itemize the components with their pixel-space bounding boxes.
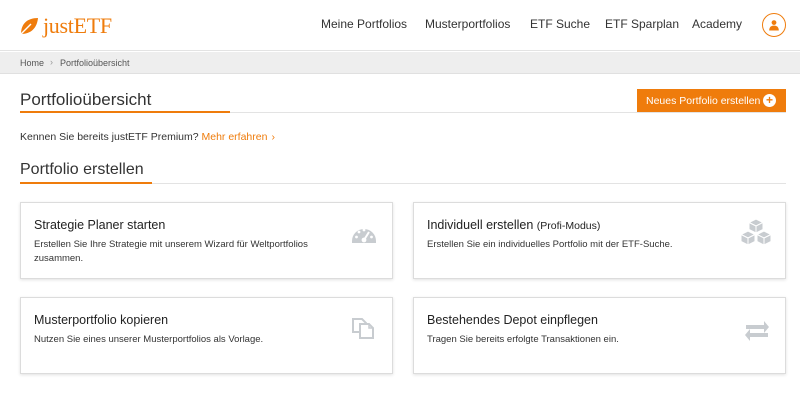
card-title-text: Musterportfolio kopieren (34, 313, 169, 327)
cubes-icon (740, 218, 772, 246)
nav-musterportfolios[interactable]: Musterportfolios (425, 17, 510, 31)
leaf-logo-icon (20, 18, 38, 35)
section-title: Portfolio erstellen (20, 161, 144, 178)
nav-etf-suche[interactable]: ETF Suche (530, 17, 590, 31)
page-title: Portfolioübersicht (20, 90, 152, 109)
card-description: Tragen Sie bereits erfolgte Transaktione… (427, 334, 619, 345)
new-portfolio-button[interactable]: Neues Portfolio erstellen + (637, 89, 786, 112)
breadcrumb-home[interactable]: Home (20, 58, 44, 68)
card-description: Nutzen Sie eines unserer Musterportfolio… (34, 334, 264, 345)
card-title: Individuell erstellen (Profi-Modus) (427, 218, 600, 232)
card-description: Erstellen Sie ein individuelles Portfoli… (427, 239, 673, 250)
logo[interactable]: justETF (18, 12, 112, 40)
card-description: Erstellen Sie Ihre Strategie mit unserem… (34, 239, 308, 264)
title-underline (20, 111, 230, 113)
card-title-text: Bestehendes Depot einpflegen (427, 313, 598, 327)
exchange-icon (745, 321, 769, 341)
nav-meine-portfolios[interactable]: Meine Portfolios (321, 17, 407, 31)
card-subtitle: (Profi-Modus) (536, 220, 601, 232)
premium-more-link[interactable]: Mehr erfahren (202, 131, 268, 143)
premium-notice: Kennen Sie bereits justETF Premium? Mehr… (20, 131, 275, 143)
card-title: Strategie Planer starten (34, 218, 165, 232)
breadcrumb-current: Portfolioübersicht (60, 58, 130, 68)
card-title: Bestehendes Depot einpflegen (427, 313, 598, 327)
section-underline (20, 182, 152, 184)
plus-circle-icon: + (763, 94, 776, 107)
breadcrumb: Home › Portfolioübersicht (0, 52, 800, 74)
card-title-text: Strategie Planer starten (34, 218, 166, 232)
breadcrumb-separator: › (50, 57, 53, 67)
card-individuell-erstellen[interactable]: Individuell erstellen (Profi-Modus) Erst… (413, 202, 786, 279)
nav-etf-sparplan[interactable]: ETF Sparplan (605, 17, 679, 31)
copy-icon (352, 318, 374, 339)
premium-text: Kennen Sie bereits justETF Premium? (20, 131, 199, 143)
user-account-button[interactable] (762, 13, 786, 37)
dashboard-icon (352, 228, 376, 243)
card-title-text: Individuell erstellen (427, 218, 534, 232)
card-bestehendes-depot[interactable]: Bestehendes Depot einpflegen Tragen Sie … (413, 297, 786, 374)
chevron-right-icon: › (271, 131, 275, 143)
card-musterportfolio-kopieren[interactable]: Musterportfolio kopieren Nutzen Sie eine… (20, 297, 393, 374)
new-portfolio-button-label: Neues Portfolio erstellen (646, 94, 761, 107)
logo-text: justETF (43, 13, 112, 38)
nav-academy[interactable]: Academy (692, 17, 742, 31)
card-strategie-planer[interactable]: Strategie Planer starten Erstellen Sie I… (20, 202, 393, 279)
top-header: justETF Meine Portfolios Musterportfolio… (0, 0, 800, 51)
card-title: Musterportfolio kopieren (34, 313, 168, 327)
user-icon (769, 20, 779, 31)
